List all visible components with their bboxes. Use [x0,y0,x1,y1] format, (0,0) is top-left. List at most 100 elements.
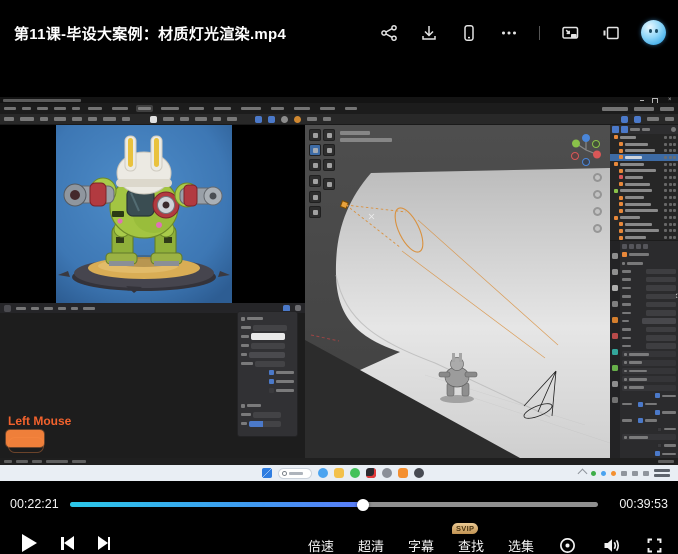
outliner-row[interactable] [610,141,678,148]
property-tab-icon[interactable] [612,269,618,275]
decor-blob [295,305,301,311]
speed-button[interactable]: 倍速 [308,536,334,554]
property-row [622,343,676,350]
taskbar-app-icon[interactable] [414,468,424,478]
property-tab-icon[interactable] [612,253,618,259]
pip-icon[interactable] [560,23,581,43]
decor-blob [664,216,667,219]
total-time: 00:39:53 [619,497,668,511]
outliner-row[interactable] [610,154,678,161]
property-tab-icon[interactable] [612,301,618,307]
decor-blob [629,244,634,249]
fullscreen-icon[interactable] [645,536,664,554]
decor-blob [629,361,643,364]
outliner-row[interactable] [610,194,678,201]
viewport-tool-button[interactable] [323,178,335,190]
outliner-row[interactable] [610,201,678,208]
outliner-row[interactable] [610,228,678,235]
decor-blob [282,471,287,476]
outliner-row[interactable] [610,208,678,215]
assistant-avatar[interactable] [641,20,666,45]
property-tab-icon[interactable] [612,349,618,355]
taskbar-app-icon[interactable] [318,468,328,478]
property-tab-icon[interactable] [612,333,618,339]
outliner-row[interactable] [610,181,678,188]
volume-icon[interactable] [601,536,621,554]
viewport-tool-button[interactable] [309,191,321,203]
video-frame[interactable]: × [0,97,678,481]
search-button[interactable]: 查找 SVIP [458,536,484,554]
play-icon[interactable] [22,534,37,552]
taskbar-app-icon[interactable] [334,468,344,478]
taskbar-app-icon[interactable] [350,468,360,478]
progress-handle[interactable] [357,499,369,511]
decor-blob [187,105,206,112]
property-tab-icon[interactable] [612,397,618,403]
viewport-tool-button[interactable] [309,129,321,141]
taskbar-search[interactable] [278,468,312,479]
taskbar-app-icon[interactable] [366,468,376,478]
download-icon[interactable] [419,23,439,43]
decor-blob [269,370,274,375]
windows-start-icon[interactable] [262,468,272,478]
grid-icon[interactable] [593,224,602,233]
progress-bar[interactable] [70,502,598,507]
taskbar-app-icon[interactable] [398,468,408,478]
decor-blob [646,294,676,300]
popover-row [241,377,294,386]
property-tab-icon[interactable] [612,365,618,371]
share-icon[interactable] [379,23,399,43]
property-tab-icon[interactable] [612,285,618,291]
viewport-tool-button[interactable] [323,159,335,171]
avatar-eye [649,29,652,33]
outliner-row[interactable] [610,147,678,154]
decor-blob [622,244,627,249]
decor-blob [669,196,672,199]
outliner-row[interactable] [610,167,678,174]
viewport-pane [305,125,610,458]
outliner-row[interactable] [610,174,678,181]
subtitles-button[interactable]: 字幕 [408,536,434,554]
decor-blob [655,410,660,415]
decor-blob [664,203,667,206]
settings-icon[interactable] [558,536,577,554]
episodes-button[interactable]: 选集 [508,536,534,554]
quality-button[interactable]: 超清 [358,536,384,554]
phone-icon[interactable] [459,23,479,43]
decor-blob [622,295,631,298]
next-icon[interactable] [98,536,111,550]
outliner-row[interactable] [610,214,678,221]
nav-gizmo[interactable] [568,133,604,167]
decor-blob [622,434,676,440]
taskbar-clock [654,469,670,477]
viewport-tool-button[interactable] [309,144,321,156]
outliner-row[interactable] [610,188,678,195]
hand-icon[interactable] [593,190,602,199]
decor-blob [292,105,312,112]
camera-icon[interactable] [593,207,602,216]
decor-blob [4,305,11,312]
decor-blob [627,262,643,265]
viewport-tool-button[interactable] [309,175,321,187]
viewport-tool-button[interactable] [323,144,335,156]
prev-icon[interactable] [61,536,74,550]
viewport-tool-button[interactable] [323,129,335,141]
taskbar-app-icon[interactable] [382,468,392,478]
decor-blob [671,127,676,132]
dock-window-icon[interactable] [601,23,621,43]
decor-blob [624,378,627,381]
more-icon[interactable] [499,23,519,43]
decor-blob [624,353,627,356]
decor-blob [625,236,646,239]
outliner-row[interactable] [610,221,678,228]
decor-blob [669,169,672,172]
property-tab-icon[interactable] [612,317,618,323]
decor-blob [638,402,643,407]
viewport-tool-button[interactable] [309,206,321,218]
property-tab-icon[interactable] [612,381,618,387]
magnify-icon[interactable] [593,173,602,182]
decor-blob [669,229,672,232]
viewport-tool-button[interactable] [309,159,321,171]
outliner-row[interactable] [610,134,678,141]
outliner-row[interactable] [610,161,678,168]
